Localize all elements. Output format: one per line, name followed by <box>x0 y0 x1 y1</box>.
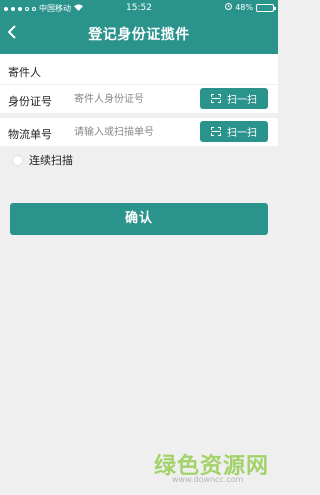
battery-percent: 48% <box>235 3 253 12</box>
status-bar: 中国移动 15:52 48% <box>0 0 278 16</box>
id-number-input[interactable] <box>74 89 192 109</box>
scan-icon <box>211 127 221 136</box>
status-right: 48% <box>225 3 276 12</box>
alarm-icon <box>225 3 233 12</box>
app-header: 中国移动 15:52 48% 登记身份证揽件 <box>0 0 278 54</box>
continuous-scan-toggle[interactable]: 连续扫描 <box>12 152 73 168</box>
scan-id-label: 扫一扫 <box>227 95 257 106</box>
radio-circle-icon[interactable] <box>12 154 23 166</box>
continuous-scan-label: 连续扫描 <box>29 154 73 167</box>
confirm-button[interactable]: 确认 <box>10 203 268 235</box>
watermark-url: www.downcc.com <box>172 475 244 484</box>
scan-tracking-label: 扫一扫 <box>227 128 257 139</box>
tracking-number-label: 物流单号 <box>8 128 52 141</box>
sender-section-title: 寄件人 <box>0 54 278 84</box>
tracking-number-input[interactable] <box>74 122 192 142</box>
nav-bar: 登记身份证揽件 <box>0 16 278 54</box>
page-title: 登记身份证揽件 <box>88 27 190 43</box>
tracking-number-row: 物流单号 扫一扫 <box>0 118 278 146</box>
scan-id-button[interactable]: 扫一扫 <box>200 88 268 109</box>
scan-tracking-button[interactable]: 扫一扫 <box>200 121 268 142</box>
scan-icon <box>211 94 221 103</box>
battery-icon <box>256 3 276 12</box>
id-number-row: 身份证号 扫一扫 <box>0 85 278 113</box>
id-number-label: 身份证号 <box>8 95 52 108</box>
